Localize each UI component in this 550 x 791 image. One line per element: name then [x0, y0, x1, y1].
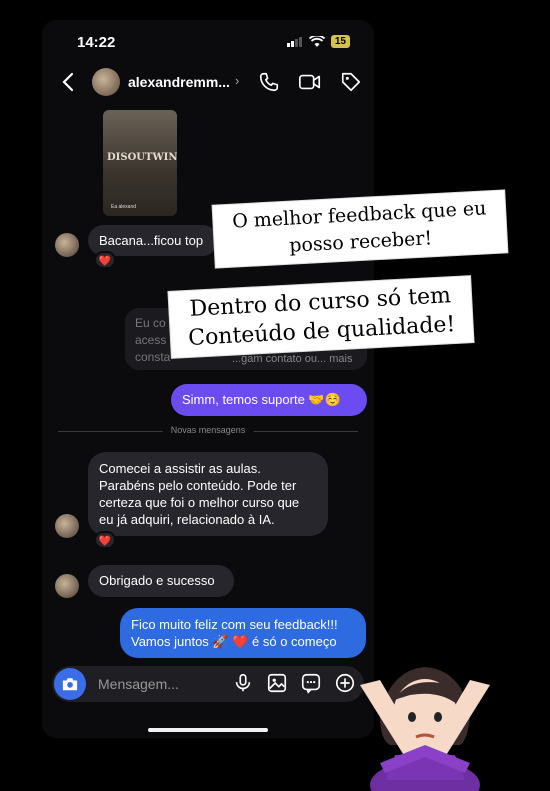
camera-icon [62, 678, 78, 691]
camera-button[interactable] [54, 668, 86, 700]
sender-avatar[interactable] [55, 233, 79, 257]
status-icons: 15 [286, 35, 350, 48]
book-author: Ea alexand [111, 204, 137, 210]
tag-icon[interactable] [340, 71, 362, 93]
sticker-icon[interactable] [300, 672, 322, 694]
message-bubble-incoming[interactable]: Comecei a assistir as aulas. Parabéns pe… [88, 452, 328, 536]
sender-avatar[interactable] [55, 574, 79, 598]
message-bubble-outgoing[interactable]: Fico muito feliz com seu feedback!!! Vam… [120, 608, 366, 658]
chevron-right-icon[interactable]: › [235, 73, 239, 88]
video-icon[interactable] [298, 71, 322, 93]
message-bubble-incoming[interactable]: Obrigado e sucesso [88, 565, 234, 597]
heart-reaction[interactable]: ❤️ [94, 251, 116, 269]
phone-screen: 14:22 15 alexandremm... › DISOUTWINS Ea … [42, 20, 374, 738]
book-cover-image[interactable]: DISOUTWINS Ea alexand [103, 110, 177, 216]
phone-icon[interactable] [258, 71, 280, 93]
status-time: 14:22 [77, 34, 116, 51]
message-composer[interactable]: Mensagem... [52, 666, 364, 702]
book-title: DISOUTWINS [107, 152, 177, 163]
battery-indicator: 15 [330, 35, 350, 48]
mic-icon[interactable] [232, 672, 254, 694]
header-actions [258, 71, 362, 93]
signal-icon [286, 36, 302, 47]
contact-avatar[interactable] [92, 68, 120, 96]
wifi-icon [308, 35, 325, 47]
new-messages-label: Novas mensagens [162, 425, 254, 435]
gallery-icon[interactable] [266, 672, 288, 694]
sender-avatar[interactable] [55, 514, 79, 538]
heart-reaction[interactable]: ❤️ [94, 531, 116, 549]
home-indicator [148, 728, 268, 732]
composer-actions [232, 672, 356, 694]
crossed-arms-woman-icon [360, 667, 490, 791]
message-input[interactable]: Mensagem... [98, 676, 179, 692]
chat-header: alexandremm... › [42, 68, 374, 98]
faded-message-more: ...gam contato ou... mais [232, 353, 353, 365]
contact-name[interactable]: alexandremm... [128, 74, 230, 90]
back-icon[interactable] [62, 72, 74, 92]
message-bubble-outgoing[interactable]: Simm, temos suporte 🤝☺️ [171, 384, 367, 416]
